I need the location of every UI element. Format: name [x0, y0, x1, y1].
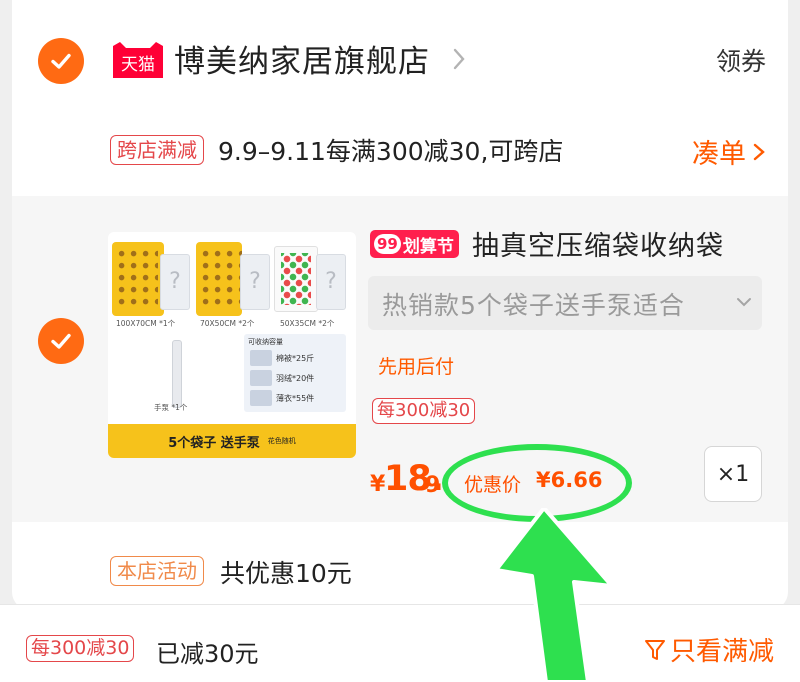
store-activity-tag: 本店活动: [110, 556, 204, 586]
thumb-banner: 5个袋子 送手泵 花色随机: [108, 424, 356, 458]
thumb-bag-small: [274, 246, 318, 312]
item-select-checkbox[interactable]: [38, 318, 84, 364]
cart-item: ? ? ? 100X70CM *1个 70X50CM *2个 50X35CM *…: [12, 196, 788, 522]
thumb-capacity-box: 可收纳容量 棉被*25斤 羽绒*20件 薄衣*55件: [244, 334, 346, 412]
product-thumbnail[interactable]: ? ? ? 100X70CM *1个 70X50CM *2个 50X35CM *…: [108, 232, 356, 458]
thumb-question-bag: ?: [240, 254, 270, 310]
thumb-capacity-line: 棉被*25斤: [276, 354, 315, 363]
store-activity: 本店活动 共优惠10元: [12, 522, 788, 610]
only-discount-filter-button[interactable]: 只看满减: [644, 631, 774, 668]
filter-label: 只看满减: [669, 637, 774, 667]
festival-badge-number: 99: [374, 234, 401, 254]
festival-badge: 99 划算节: [370, 230, 459, 258]
filter-funnel-icon: [644, 639, 665, 660]
saved-amount-text: 已减30元: [156, 640, 259, 668]
chevron-down-icon: [737, 298, 751, 307]
thumb-capacity-line: 薄衣*55件: [276, 394, 315, 403]
chevron-right-icon: [753, 143, 765, 160]
shop-name[interactable]: 博美纳家居旗舰店: [174, 36, 430, 81]
cross-store-tag: 跨店满减: [110, 135, 204, 165]
thumb-caption: 100X70CM *1个: [116, 319, 176, 328]
down-jacket-icon: [250, 370, 272, 386]
add-more-button[interactable]: 凑单: [692, 132, 766, 171]
thumb-capacity-line: 羽绒*20件: [276, 374, 315, 383]
promo-description: 9.9–9.11每满300减30,可跨店: [218, 137, 564, 166]
deal-tag: 每300减30: [372, 398, 476, 424]
get-coupon-button[interactable]: 领券: [716, 42, 766, 78]
quantity-stepper[interactable]: ×1: [704, 446, 762, 502]
annotation-arrow-icon: [494, 508, 614, 682]
add-more-label: 凑单: [692, 139, 746, 170]
product-title[interactable]: 抽真空压缩袋收纳袋: [472, 224, 724, 263]
thumb-caption: 50X35CM *2个: [280, 319, 335, 328]
thumb-question-bag: ?: [316, 254, 346, 310]
shop-select-checkbox[interactable]: [38, 38, 84, 84]
shop-header: 天猫 博美纳家居旗舰店 领券: [12, 0, 788, 118]
festival-badge-text: 划算节: [402, 236, 454, 257]
thumb-banner-sub: 花色随机: [267, 437, 296, 445]
bottom-filter-bar: 每300减30 已减30元 只看满减: [0, 604, 800, 682]
check-icon: [51, 53, 71, 69]
clothes-icon: [250, 390, 272, 406]
thumb-capacity-title: 可收纳容量: [248, 338, 283, 346]
sku-selector[interactable]: 热销款5个袋子送手泵适合: [368, 276, 762, 330]
quilt-icon: [250, 350, 272, 366]
tmall-cat-icon: 天猫: [113, 42, 163, 78]
thumb-bag-large: [112, 242, 164, 316]
tmall-logo-text: 天猫: [121, 55, 155, 75]
pay-later-label: 先用后付: [378, 356, 455, 378]
chevron-right-icon[interactable]: [450, 46, 468, 72]
total-discount-text: 共优惠10元: [220, 559, 352, 588]
cross-store-promo: 跨店满减 9.9–9.11每满300减30,可跨店 凑单: [12, 120, 788, 180]
thumb-caption: 手泵 *1个: [154, 403, 188, 412]
thumb-pump: [172, 340, 182, 408]
check-icon: [51, 333, 71, 349]
shop-cart-card: 天猫 博美纳家居旗舰店 领券 跨店满减 9.9–9.11每满300减30,可跨店…: [12, 0, 788, 610]
sku-text: 热销款5个袋子送手泵适合: [382, 291, 685, 320]
thumb-bag-medium: [196, 242, 242, 316]
price-decimal: 9: [425, 473, 441, 498]
thumb-banner-main: 5个袋子 送手泵: [168, 435, 260, 451]
thumb-caption: 70X50CM *2个: [200, 319, 255, 328]
thumb-question-bag: ?: [160, 254, 190, 310]
bottom-deal-tag: 每300减30: [26, 635, 135, 662]
